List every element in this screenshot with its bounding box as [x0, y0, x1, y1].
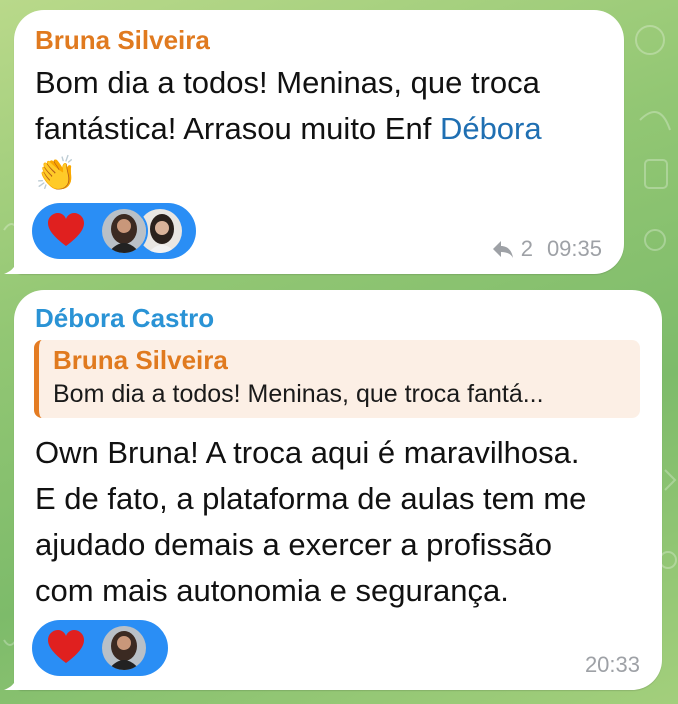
message-text-line: com mais autonomia e segurança.	[35, 573, 509, 608]
message-text-line: E de fato, a plataforma de aulas tem me	[35, 481, 587, 516]
bubble-tail	[4, 670, 26, 690]
avatar-woman-1	[100, 624, 148, 672]
message-text: Bom dia a todos! Meninas, que troca fant…	[35, 60, 542, 196]
message-sender[interactable]: Bruna Silveira	[35, 25, 210, 56]
quoted-message[interactable]: Bruna Silveira Bom dia a todos! Meninas,…	[34, 340, 640, 418]
message-text: Own Bruna! A troca aqui é maravilhosa. E…	[35, 430, 586, 614]
reply-count[interactable]: 2	[521, 236, 533, 262]
bubble-tail	[4, 254, 26, 274]
clapping-hands-emoji: 👏	[35, 155, 78, 193]
message-meta: 20:33	[585, 652, 640, 678]
reply-arrow-icon[interactable]	[491, 239, 515, 259]
quoted-sender: Bruna Silveira	[53, 345, 228, 375]
message-text-line: fantástica! Arrasou muito Enf Débora	[35, 106, 542, 152]
message-bubble-bruna[interactable]: Bruna Silveira Bom dia a todos! Meninas,…	[14, 10, 624, 274]
message-sender[interactable]: Débora Castro	[35, 303, 214, 334]
message-text-line: Own Bruna! A troca aqui é maravilhosa.	[35, 435, 580, 470]
message-bubble-debora[interactable]: Débora Castro Bruna Silveira Bom dia a t…	[14, 290, 662, 690]
message-text-segment: fantástica! Arrasou muito Enf	[35, 111, 440, 146]
mention-link[interactable]: Débora	[440, 111, 542, 146]
reaction-pill[interactable]	[32, 620, 168, 676]
heart-icon	[48, 213, 84, 246]
quoted-text: Bom dia a todos! Meninas, que troca fant…	[53, 380, 544, 408]
message-meta: 2 09:35	[491, 236, 602, 262]
avatar-woman-1	[100, 207, 148, 255]
message-time: 09:35	[546, 236, 602, 261]
message-text-line: ajudado demais a exercer a profissão	[35, 527, 552, 562]
reaction-pill[interactable]	[32, 203, 196, 259]
message-text-line: Bom dia a todos! Meninas, que troca	[35, 65, 540, 100]
heart-icon	[48, 630, 84, 663]
message-time: 20:33	[584, 652, 640, 677]
